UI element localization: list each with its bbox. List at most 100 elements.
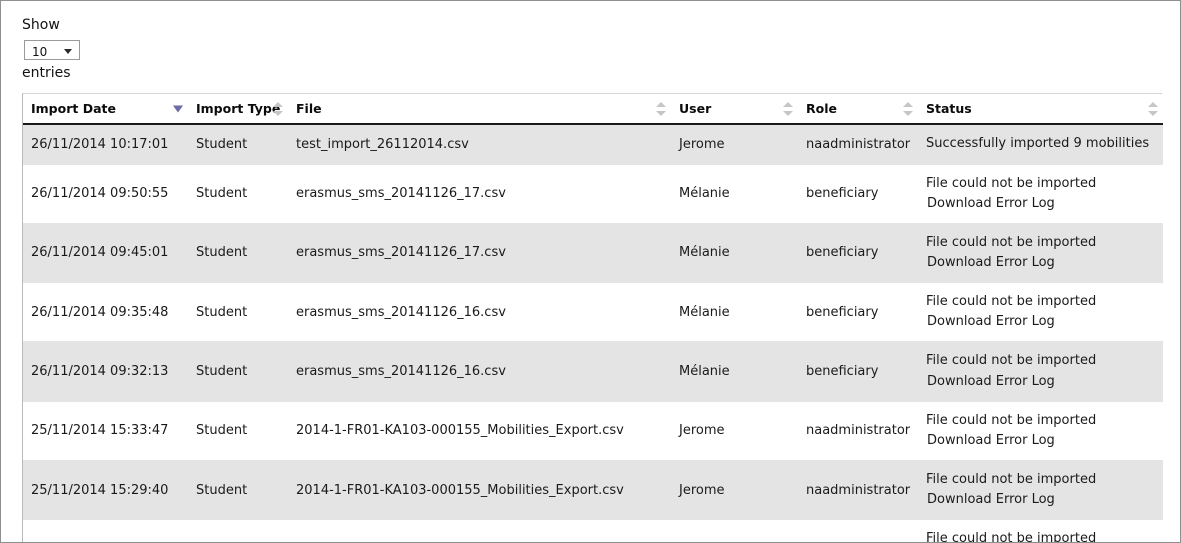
cell-import-type: Student [188, 164, 288, 224]
status-message: File could not be imported [926, 353, 1097, 369]
import-history-table-wrapper: Import Date Import Type File User Role S… [22, 93, 1163, 543]
cell-file: 2014-1-FR01-KA103-000155_Mobilities_Expo… [288, 401, 671, 461]
status-message: File could not be imported [926, 412, 1097, 428]
cell-user: Mélanie [671, 282, 798, 343]
table-header: Import Date Import Type File User Role S… [23, 94, 1163, 126]
table-row: 26/11/2014 10:17:01 Student test_import_26… [23, 124, 1163, 165]
cell-import-type: Student [188, 124, 288, 165]
cell-role: nabasic [798, 519, 918, 542]
table-body: 26/11/2014 10:17:01 Student test_import_26… [23, 124, 1163, 543]
sort-both-icon [783, 101, 793, 116]
sort-both-icon [903, 101, 913, 116]
datatable-panel: Show 10 entries Import Date Import Type … [22, 15, 1163, 543]
cell-file: erasmus_sms_20141126_16.csv [288, 282, 671, 343]
download-error-log-link[interactable]: Download Error Log [926, 253, 1155, 273]
table-row: 25/11/2014 15:33:47 Student 2014-1-FR01-KA… [23, 401, 1163, 461]
table-length-control: Show 10 entries [22, 15, 1162, 84]
download-error-log-link[interactable]: Download Error Log [926, 372, 1155, 392]
column-header-role[interactable]: Role [798, 94, 918, 126]
column-label-role: Role [806, 101, 837, 117]
column-label-import-date: Import Date [31, 101, 116, 117]
column-header-user[interactable]: User [671, 94, 798, 126]
cell-user: ELmar [671, 519, 798, 542]
entries-per-page-value: 10 [32, 44, 48, 59]
column-label-file: File [296, 101, 322, 117]
cell-import-date: 26/11/2014 10:17:01 [23, 124, 188, 165]
cell-status: File could not be imported Download Error… [918, 401, 1163, 461]
column-label-status: Status [926, 101, 972, 117]
chevron-down-icon [64, 48, 72, 54]
cell-status: File could not be imported Download Error… [918, 460, 1163, 521]
cell-import-type: Student [188, 223, 288, 284]
cell-import-date: 18/11/2014 16:04:40 [23, 519, 188, 542]
cell-file: erasmus_sms_20141126_17.csv [288, 223, 671, 284]
show-label: Show [22, 17, 60, 33]
cell-user: Jerome [671, 124, 798, 165]
column-header-file[interactable]: File [288, 94, 671, 126]
cell-import-type: Student [188, 519, 288, 542]
download-error-log-link[interactable]: Download Error Log [926, 431, 1155, 451]
entries-per-page-select[interactable]: 10 [24, 39, 80, 60]
cell-role: beneficiary [798, 341, 918, 402]
cell-import-date: 26/11/2014 09:32:13 [23, 341, 188, 402]
table-row: 25/11/2014 15:29:40 Student 2014-1-FR01-KA… [23, 460, 1163, 521]
cell-user: Jerome [671, 401, 798, 461]
download-error-log-link[interactable]: Download Error Log [926, 490, 1155, 510]
column-header-status[interactable]: Status [918, 94, 1163, 126]
status-message: File could not be imported [926, 471, 1097, 487]
cell-import-date: 26/11/2014 09:50:55 [23, 164, 188, 224]
table-row: 26/11/2014 09:50:55 Student erasmus_sms_20… [23, 164, 1163, 224]
status-message: Successfully imported 9 mobilities [926, 136, 1150, 152]
cell-file: 2014-1-FR01-KA103-000155_Mobilities_Expo… [288, 460, 671, 521]
cell-import-type: Student [188, 460, 288, 521]
cell-file: 2014-1-FR01-KA103-000155_Mobilities_Expo… [288, 519, 671, 542]
column-header-import-date[interactable]: Import Date [23, 94, 188, 126]
entries-label: entries [22, 64, 71, 81]
table-row: 26/11/2014 09:35:48 Student erasmus_sms_20… [23, 282, 1163, 343]
table-row: 26/11/2014 09:45:01 Student erasmus_sms_20… [23, 223, 1163, 284]
cell-file: test_import_26112014.csv [288, 124, 671, 165]
status-message: File could not be imported [926, 175, 1097, 191]
cell-status: File could not be imported Download Error… [918, 223, 1163, 284]
cell-role: naadministrator [798, 401, 918, 461]
cell-import-type: Student [188, 401, 288, 461]
status-message: File could not be imported [926, 294, 1097, 310]
import-history-table: Import Date Import Type File User Role S… [23, 94, 1163, 543]
cell-status: Successfully imported 9 mobilities [918, 124, 1163, 165]
cell-import-type: Student [188, 341, 288, 402]
cell-status: File could not be importedDownload Error… [918, 519, 1163, 543]
download-error-log-link[interactable]: Download Error Log [926, 312, 1155, 332]
cell-import-type: Student [188, 282, 288, 343]
cell-import-date: 25/11/2014 15:29:40 [23, 460, 188, 521]
column-header-import-type[interactable]: Import Type [188, 94, 288, 126]
cell-user: Jerome [671, 460, 798, 521]
import-history-page: Show 10 entries Import Date Import Type … [0, 0, 1181, 543]
sort-both-icon [273, 101, 283, 116]
sort-both-icon [1148, 101, 1158, 116]
cell-status: File could not be imported Download Error… [918, 164, 1163, 224]
table-header-row: Import Date Import Type File User Role S… [23, 94, 1163, 126]
sort-both-icon [656, 101, 666, 116]
cell-import-date: 25/11/2014 15:33:47 [23, 401, 188, 461]
cell-user: Mélanie [671, 164, 798, 224]
cell-file: erasmus_sms_20141126_17.csv [288, 164, 671, 224]
cell-role: beneficiary [798, 282, 918, 343]
cell-role: beneficiary [798, 223, 918, 284]
download-error-log-link[interactable]: Download Error Log [926, 194, 1155, 214]
cell-role: naadministrator [798, 124, 918, 165]
column-label-user: User [679, 101, 712, 117]
cell-status: File could not be imported Download Error… [918, 282, 1163, 343]
cell-role: beneficiary [798, 164, 918, 224]
cell-user: Mélanie [671, 223, 798, 284]
cell-import-date: 26/11/2014 09:35:48 [23, 282, 188, 343]
status-message: File could not be imported [926, 234, 1097, 250]
cell-role: naadministrator [798, 460, 918, 521]
table-row: 26/11/2014 09:32:13 Student erasmus_sms_20… [23, 341, 1163, 402]
column-label-import-type: Import Type [196, 101, 281, 117]
status-message: File could not be imported [926, 531, 1097, 543]
cell-user: Mélanie [671, 341, 798, 402]
cell-status: File could not be imported Download Error… [918, 341, 1163, 402]
table-row: 18/11/2014 16:04:40Student2014-1-FR01-KA… [23, 519, 1163, 543]
sort-descending-icon [173, 105, 184, 113]
cell-file: erasmus_sms_20141126_16.csv [288, 341, 671, 402]
